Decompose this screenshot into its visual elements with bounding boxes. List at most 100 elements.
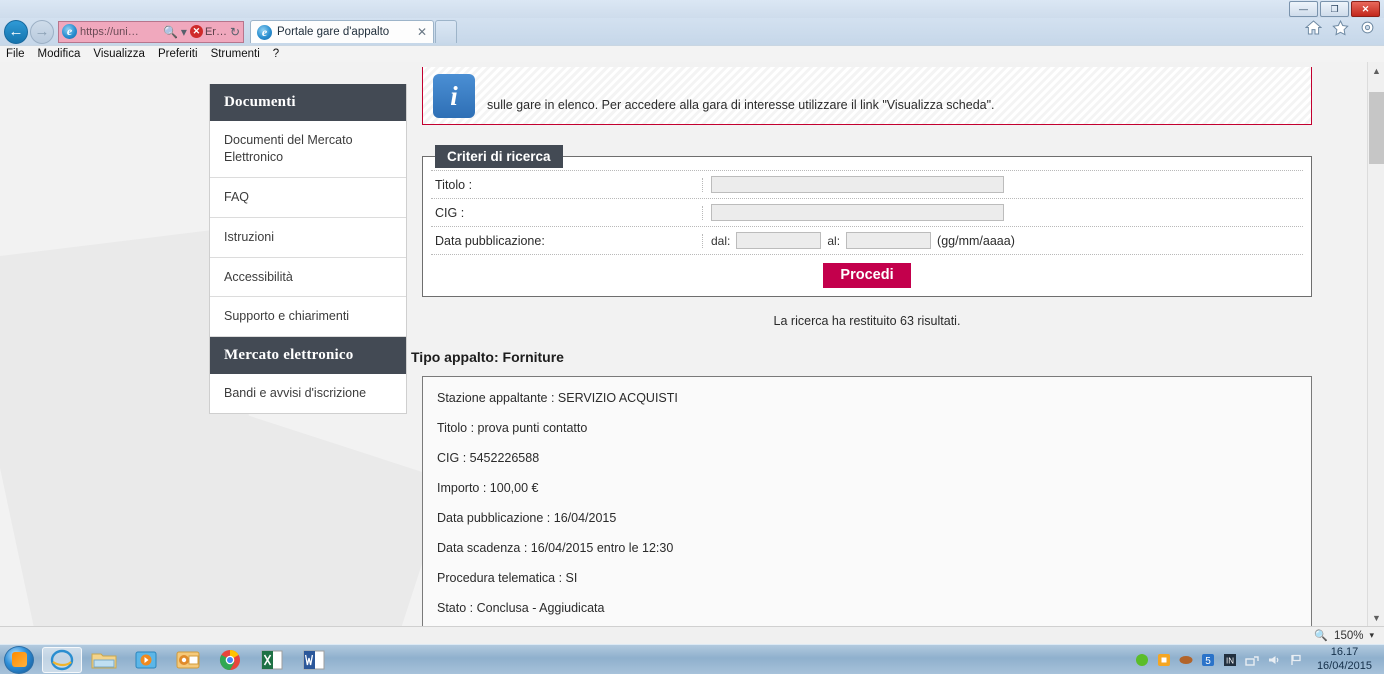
taskbar-items	[42, 646, 334, 673]
sidebar-group-title-mercato-elettronico: Mercato elettronico	[210, 337, 406, 375]
form-row-data-pubblicazione: Data pubblicazione: dal: al: (gg/mm/aaaa…	[431, 227, 1303, 255]
error-badge-icon: ✕	[189, 25, 203, 38]
forward-button[interactable]: →	[30, 19, 54, 44]
main-content: i sulle gare in elenco. Per accedere all…	[411, 62, 1312, 626]
form-row-cig: CIG :	[431, 199, 1303, 227]
menu-item-modifica[interactable]: Modifica	[38, 48, 81, 60]
result-data-scadenza: Data scadenza : 16/04/2015 entro le 12:3…	[437, 541, 674, 555]
scroll-up-arrow-icon[interactable]: ▲	[1368, 62, 1384, 79]
svg-text:5: 5	[1205, 656, 1211, 667]
flag-icon[interactable]	[1289, 653, 1303, 667]
taskbar-outlook-icon[interactable]	[168, 647, 208, 673]
label-al: al:	[827, 233, 841, 248]
taskbar: 5 IN 16.17 16/04/2015	[0, 644, 1384, 674]
zoom-dropdown-icon[interactable]: ▾	[1369, 630, 1374, 641]
titolo-input[interactable]	[711, 176, 1004, 193]
minimize-button[interactable]: —	[1289, 1, 1318, 17]
taskbar-word-icon[interactable]	[294, 647, 334, 673]
menu-item-help[interactable]: ?	[273, 48, 279, 60]
data-dal-input[interactable]	[736, 232, 822, 249]
title-bar: — ❐ ✕	[0, 0, 1384, 18]
tab-close-icon[interactable]: ✕	[417, 25, 427, 39]
taskbar-clock[interactable]: 16.17 16/04/2015	[1311, 646, 1378, 674]
zoom-icon: 🔍	[1314, 630, 1329, 642]
restore-button[interactable]: ❐	[1320, 1, 1349, 17]
label-data-pubblicazione: Data pubblicazione:	[435, 233, 703, 248]
result-count-text: La ricerca ha restituito 63 risultati.	[773, 314, 961, 328]
sidebar-item-accessibilita[interactable]: Accessibilità	[210, 258, 406, 298]
data-al-input[interactable]	[846, 232, 932, 249]
sidebar-item-documenti-mercato-elettronico[interactable]: Documenti del Mercato Elettronico	[210, 121, 406, 178]
taskbar-chrome-icon[interactable]	[210, 647, 250, 673]
result-importo: Importo : 100,00 €	[437, 481, 539, 495]
back-button[interactable]: ←	[4, 19, 28, 44]
menu-item-file[interactable]: File	[6, 48, 25, 60]
orange-square-icon[interactable]	[1157, 653, 1171, 667]
chevron-down-icon[interactable]: ▾	[181, 25, 187, 39]
window-controls: — ❐ ✕	[1289, 1, 1380, 17]
info-banner-text: sulle gare in elenco. Per accedere alla …	[487, 98, 995, 112]
tab-favicon-icon: e	[257, 24, 272, 40]
menu-bar: File Modifica Visualizza Preferiti Strum…	[0, 45, 1384, 62]
dark-in-icon[interactable]: IN	[1223, 653, 1237, 667]
green-circle-icon[interactable]	[1135, 653, 1149, 667]
search-panel-legend: Criteri di ricerca	[435, 145, 563, 168]
sidebar-nav: Documenti Documenti del Mercato Elettron…	[209, 84, 407, 415]
zoom-level[interactable]: 150%	[1334, 630, 1363, 642]
error-label: Er…	[204, 25, 227, 38]
sidebar-item-istruzioni[interactable]: Istruzioni	[210, 218, 406, 258]
browser-toolbar-icons	[1305, 19, 1376, 36]
result-card: Stazione appaltante : SERVIZIO ACQUISTI …	[422, 376, 1312, 626]
info-icon: i	[433, 74, 475, 118]
form-row-titolo: Titolo :	[431, 170, 1303, 199]
clock-time: 16.17	[1330, 645, 1359, 658]
network-icon[interactable]	[1245, 653, 1259, 667]
tipo-appalto-heading: Tipo appalto: Forniture	[411, 349, 564, 365]
menu-item-preferiti[interactable]: Preferiti	[158, 48, 198, 60]
refresh-icon[interactable]: ↻	[230, 25, 240, 39]
cig-input[interactable]	[711, 204, 1004, 221]
tools-gear-icon[interactable]	[1359, 19, 1376, 36]
page-viewport: Documenti Documenti del Mercato Elettron…	[0, 62, 1384, 626]
page-scrollbar[interactable]: ▲ ▼	[1367, 62, 1384, 626]
menu-item-strumenti[interactable]: Strumenti	[211, 48, 260, 60]
address-url: https://uni…	[80, 25, 139, 38]
search-criteria-panel: Criteri di ricerca Titolo : CIG : Data p…	[422, 145, 1312, 297]
scroll-down-arrow-icon[interactable]: ▼	[1368, 609, 1384, 626]
menu-item-visualizza[interactable]: Visualizza	[93, 48, 145, 60]
result-cig: CIG : 5452226588	[437, 451, 540, 465]
scrollbar-thumb[interactable]	[1369, 92, 1384, 164]
brown-oval-icon[interactable]	[1179, 653, 1193, 667]
sidebar-group-title-documenti: Documenti	[210, 84, 406, 121]
sidebar-item-supporto-chiarimenti[interactable]: Supporto e chiarimenti	[210, 297, 406, 338]
home-icon[interactable]	[1305, 20, 1322, 35]
address-bar[interactable]: e https://uni… 🔍 ▾ ✕ Er… ↻	[58, 20, 244, 43]
close-button[interactable]: ✕	[1351, 1, 1380, 17]
label-dal: dal:	[711, 233, 731, 248]
svg-text:IN: IN	[1226, 656, 1234, 665]
label-titolo: Titolo :	[435, 177, 703, 192]
favorites-star-icon[interactable]	[1332, 19, 1349, 36]
clock-date: 16/04/2015	[1316, 659, 1372, 672]
taskbar-excel-icon[interactable]	[252, 647, 292, 673]
volume-icon[interactable]	[1267, 653, 1281, 667]
browser-tab[interactable]: e Portale gare d'appalto ✕	[250, 20, 434, 43]
taskbar-file-explorer-icon[interactable]	[84, 647, 124, 673]
procedi-button[interactable]: Procedi	[823, 263, 911, 288]
search-form: Titolo : CIG : Data pubblicazione: dal: …	[423, 168, 1311, 255]
blue-s-icon[interactable]: 5	[1201, 653, 1215, 667]
system-tray: 5 IN 16.17 16/04/2015	[1135, 646, 1384, 674]
search-icon[interactable]: 🔍	[163, 25, 178, 39]
result-titolo: Titolo : prova punti contatto	[437, 421, 588, 435]
certificate-error-indicator[interactable]: ✕ Er…	[189, 25, 227, 38]
start-orb-icon[interactable]	[4, 645, 34, 674]
result-stato: Stato : Conclusa - Aggiudicata	[437, 601, 605, 615]
sidebar-item-bandi-avvisi-iscrizione[interactable]: Bandi e avvisi d'iscrizione	[210, 374, 406, 413]
date-format-hint: (gg/mm/aaaa)	[937, 233, 1015, 248]
sidebar-item-faq[interactable]: FAQ	[210, 178, 406, 218]
taskbar-internet-explorer-icon[interactable]	[42, 646, 82, 673]
taskbar-media-player-icon[interactable]	[126, 647, 166, 673]
navigation-bar: ← → e https://uni… 🔍 ▾ ✕ Er… ↻ e Portale…	[0, 18, 1384, 45]
new-tab-button[interactable]	[435, 20, 457, 43]
result-procedura-telematica: Procedura telematica : SI	[437, 571, 578, 585]
